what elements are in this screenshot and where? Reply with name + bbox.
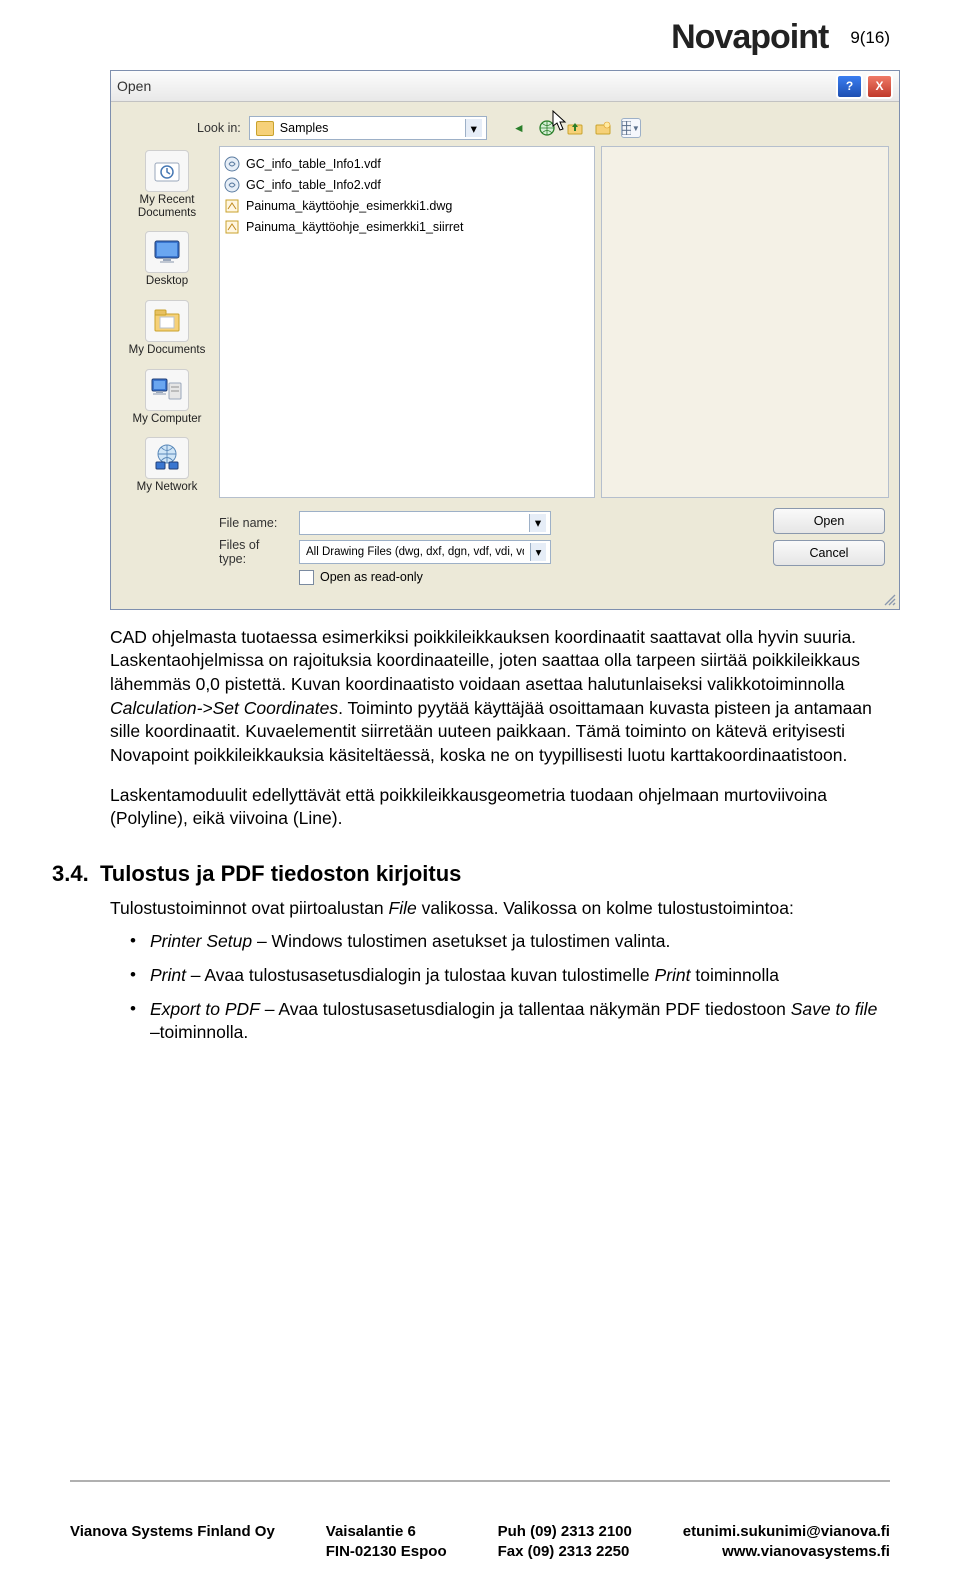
logo: Novapoint <box>671 18 828 57</box>
cancel-button[interactable]: Cancel <box>773 540 885 566</box>
filetypes-label: Files of type: <box>219 538 289 566</box>
section-heading: 3.4.Tulostus ja PDF tiedoston kirjoitus <box>52 861 890 887</box>
file-list[interactable]: GC_info_table_Info1.vdf GC_info_table_In… <box>219 146 595 498</box>
places-network[interactable]: My Network <box>121 433 213 498</box>
page-header: Novapoint 9(16) <box>671 18 890 57</box>
places-computer[interactable]: My Computer <box>121 365 213 430</box>
footer-divider <box>70 1480 890 1482</box>
filename-input[interactable]: ▾ <box>299 511 551 535</box>
bullet-icon: • <box>130 930 136 954</box>
list-item: • Print – Avaa tulostusasetusdialogin ja… <box>130 964 880 988</box>
readonly-label: Open as read-only <box>320 570 423 584</box>
preview-pane <box>601 146 889 498</box>
list-item: • Export to PDF – Avaa tulostusasetusdia… <box>130 998 880 1045</box>
body-text: CAD ohjelmasta tuotaessa esimerkiksi poi… <box>110 626 880 831</box>
footer-col: Vaisalantie 6 FIN-02130 Espoo <box>326 1522 447 1563</box>
chevron-down-icon[interactable]: ▾ <box>465 119 482 137</box>
filetypes-combo[interactable]: All Drawing Files (dwg, dxf, dgn, vdf, v… <box>299 540 551 564</box>
filename-label: File name: <box>219 516 289 530</box>
folder-icon <box>256 121 274 136</box>
cursor-icon <box>552 110 570 137</box>
list-item[interactable]: GC_info_table_Info1.vdf <box>224 153 590 174</box>
file-icon <box>224 156 240 172</box>
footer-col: Vianova Systems Finland Oy <box>70 1522 275 1563</box>
new-folder-icon[interactable] <box>593 118 613 138</box>
footer-col: etunimi.sukunimi@vianova.fi www.vianovas… <box>683 1522 890 1563</box>
list-item: • Printer Setup – Windows tulostimen ase… <box>130 930 880 954</box>
lookin-label: Look in: <box>197 121 241 135</box>
section-intro: Tulostustoiminnot ovat piirtoalustan Fil… <box>110 897 880 921</box>
paragraph: Laskentamoduulit edellyttävät että poikk… <box>110 784 880 831</box>
view-mode-icon[interactable]: ▼ <box>621 118 641 138</box>
resize-grip[interactable] <box>111 593 899 609</box>
footer-col: Puh (09) 2313 2100 Fax (09) 2313 2250 <box>498 1522 632 1563</box>
file-icon <box>224 219 240 235</box>
close-button[interactable]: X <box>866 74 893 99</box>
chevron-down-icon[interactable]: ▾ <box>530 543 546 561</box>
lookin-value: Samples <box>280 121 329 135</box>
dialog-titlebar: Open ? X <box>111 71 899 102</box>
file-icon <box>224 198 240 214</box>
places-recent[interactable]: My Recent Documents <box>121 146 213 223</box>
bullet-list: • Printer Setup – Windows tulostimen ase… <box>110 930 880 1045</box>
places-bar: My Recent Documents Desktop My Documents… <box>121 146 213 498</box>
list-item[interactable]: Painuma_käyttöohje_esimerkki1.dwg <box>224 195 590 216</box>
list-item[interactable]: Painuma_käyttöohje_esimerkki1_siirret <box>224 216 590 237</box>
file-icon <box>224 177 240 193</box>
list-item[interactable]: GC_info_table_Info2.vdf <box>224 174 590 195</box>
open-button[interactable]: Open <box>773 508 885 534</box>
chevron-down-icon[interactable]: ▾ <box>529 514 546 532</box>
back-icon[interactable]: ◄ <box>509 118 529 138</box>
dialog-title: Open <box>117 78 151 94</box>
open-dialog: Open ? X Look in: Samples ▾ ◄ ▼ <box>110 70 900 610</box>
lookin-combo[interactable]: Samples ▾ <box>249 116 487 140</box>
places-documents[interactable]: My Documents <box>121 296 213 361</box>
places-desktop[interactable]: Desktop <box>121 227 213 292</box>
readonly-checkbox[interactable] <box>299 570 314 585</box>
page-number: 9(16) <box>850 28 890 48</box>
help-button[interactable]: ? <box>836 74 863 99</box>
paragraph: CAD ohjelmasta tuotaessa esimerkiksi poi… <box>110 626 880 768</box>
bullet-icon: • <box>130 998 136 1045</box>
page-footer: Vianova Systems Finland Oy Vaisalantie 6… <box>70 1522 890 1563</box>
bullet-icon: • <box>130 964 136 988</box>
